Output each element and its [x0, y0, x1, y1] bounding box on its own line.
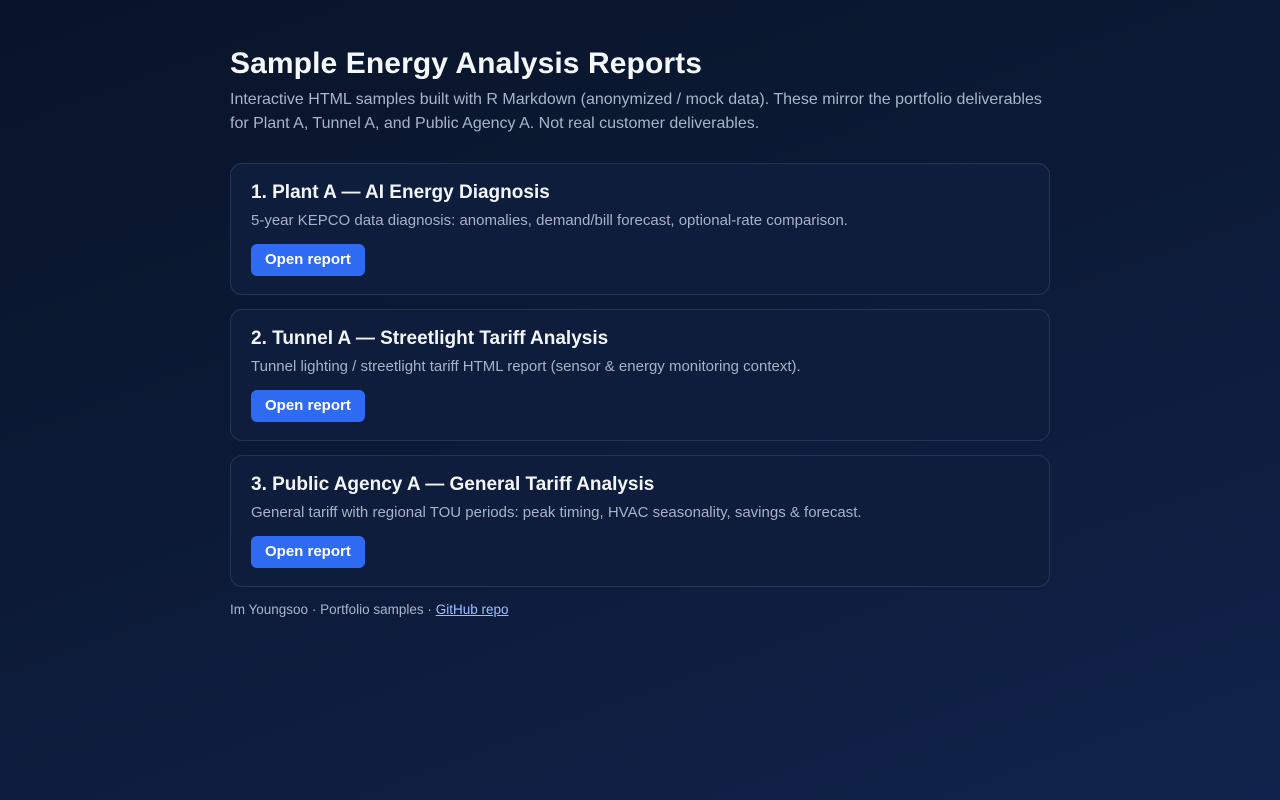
report-description: Tunnel lighting / streetlight tariff HTM… — [251, 358, 801, 375]
footer-label: Portfolio samples — [320, 602, 424, 617]
footer-author: Im Youngsoo — [230, 602, 309, 617]
page-subtitle: Interactive HTML samples built with R Ma… — [230, 91, 1042, 132]
report-card-public-agency-a: 3. Public Agency A — General Tariff Anal… — [230, 455, 1050, 587]
github-repo-link[interactable]: GitHub repo — [436, 602, 509, 617]
footer: Im Youngsoo · Portfolio samples · GitHub… — [230, 601, 1050, 619]
report-card-plant-a: 1. Plant A — AI Energy Diagnosis 5-year … — [230, 163, 1050, 295]
report-title: 3. Public Agency A — General Tariff Anal… — [251, 474, 655, 495]
open-report-button[interactable]: Open report — [251, 390, 365, 422]
report-description: General tariff with regional TOU periods… — [251, 504, 862, 521]
footer-separator: · — [427, 602, 432, 617]
report-list: 1. Plant A — AI Energy Diagnosis 5-year … — [230, 163, 1050, 587]
open-report-button[interactable]: Open report — [251, 244, 365, 276]
page-container: Sample Energy Analysis Reports Interacti… — [230, 46, 1050, 619]
report-title: 1. Plant A — AI Energy Diagnosis — [251, 182, 550, 203]
page-title: Sample Energy Analysis Reports — [230, 47, 703, 80]
report-card-tunnel-a: 2. Tunnel A — Streetlight Tariff Analysi… — [230, 309, 1050, 441]
footer-separator: · — [311, 602, 317, 617]
open-report-button[interactable]: Open report — [251, 536, 365, 568]
report-title: 2. Tunnel A — Streetlight Tariff Analysi… — [251, 328, 609, 349]
report-description: 5-year KEPCO data diagnosis: anomalies, … — [251, 212, 848, 229]
